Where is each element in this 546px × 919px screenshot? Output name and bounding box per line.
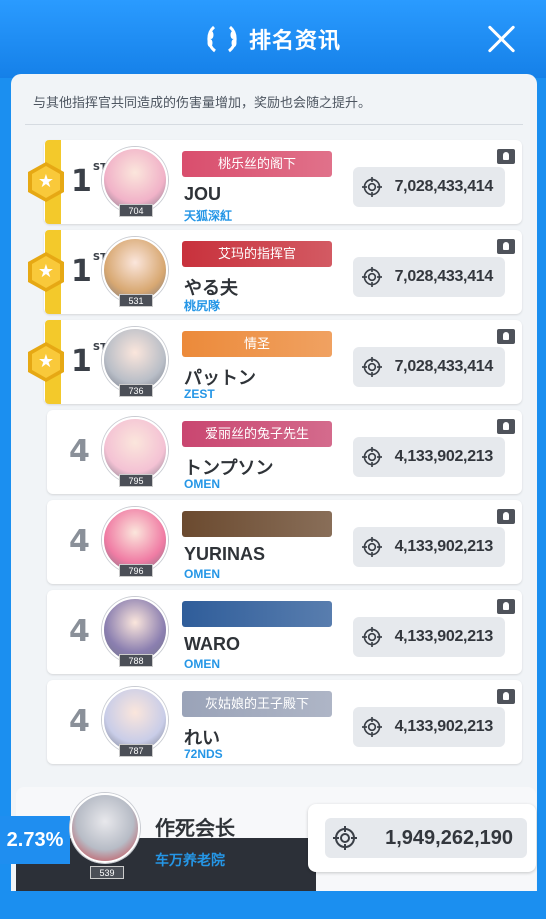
- profile-icon[interactable]: [497, 689, 515, 704]
- self-score-card: 1,949,262,190: [308, 804, 536, 872]
- score-box: 4,133,902,213: [353, 617, 505, 657]
- level-badge: 531: [119, 294, 153, 307]
- union-name: ZEST: [184, 387, 215, 401]
- score-value: 7,028,433,414: [394, 358, 494, 375]
- profile-icon[interactable]: [497, 239, 515, 254]
- score-box: 7,028,433,414: [353, 257, 505, 297]
- rank-number: 1ST: [71, 252, 107, 289]
- title-banner: 情圣: [182, 331, 332, 357]
- self-score-value: 1,949,262,190: [385, 827, 513, 849]
- target-icon: [362, 267, 382, 287]
- profile-icon[interactable]: [497, 149, 515, 164]
- target-icon: [362, 717, 382, 737]
- score-value: 4,133,902,213: [394, 628, 494, 645]
- union-name: 72NDS: [184, 747, 223, 761]
- level-badge: 704: [119, 204, 153, 217]
- profile-icon[interactable]: [497, 329, 515, 344]
- target-icon: [362, 537, 382, 557]
- level-badge: 796: [119, 564, 153, 577]
- union-name: 桃尻隊: [184, 299, 221, 313]
- level-badge: 788: [119, 654, 153, 667]
- star-icon: ★: [37, 351, 55, 371]
- self-percent-badge: 2.73%: [0, 816, 70, 864]
- union-name: OMEN: [184, 477, 220, 491]
- self-union: 车万养老院: [155, 852, 225, 868]
- score-value: 4,133,902,213: [394, 718, 494, 735]
- star-icon: ★: [37, 261, 55, 281]
- score-value: 4,133,902,213: [394, 538, 494, 555]
- title-wrap: 排名资讯: [0, 22, 546, 56]
- level-badge: 787: [119, 744, 153, 757]
- profile-icon[interactable]: [497, 509, 515, 524]
- rank-number: 4: [69, 614, 90, 649]
- title-banner: [182, 511, 332, 537]
- self-score-box: 1,949,262,190: [325, 818, 527, 858]
- self-avatar[interactable]: [70, 793, 140, 863]
- page-title: 排名资讯: [248, 28, 341, 53]
- score-box: 4,133,902,213: [353, 527, 505, 567]
- title-banner: 爱丽丝的兔子先生: [182, 421, 332, 447]
- rank-number: 1ST: [71, 342, 107, 379]
- self-level-badge: 539: [90, 866, 124, 879]
- laurel-icon: [207, 25, 237, 53]
- rank-number: 4: [69, 524, 90, 559]
- star-icon: ★: [37, 171, 55, 191]
- union-name: 天狐深紅: [184, 209, 233, 223]
- description-text: 与其他指挥官共同造成的伤害量增加，奖励也会随之提升。: [33, 95, 372, 110]
- title-banner: [182, 601, 332, 627]
- player-name: YURINAS: [184, 544, 266, 564]
- bottom-strip: [0, 891, 546, 919]
- score-value: 7,028,433,414: [394, 268, 494, 285]
- rank-number: 4: [69, 704, 90, 739]
- title-banner: 艾玛的指挥官: [182, 241, 332, 267]
- union-name: OMEN: [184, 657, 220, 671]
- score-box: 4,133,902,213: [353, 437, 505, 477]
- self-name: 作死会长: [155, 818, 235, 840]
- target-icon: [362, 357, 382, 377]
- title-banner: 灰姑娘的王子殿下: [182, 691, 332, 717]
- score-value: 7,028,433,414: [394, 178, 494, 195]
- rank-number: 4: [69, 434, 90, 469]
- score-value: 4,133,902,213: [394, 448, 494, 465]
- level-badge: 795: [119, 474, 153, 487]
- header-bar: 排名资讯: [0, 0, 546, 78]
- close-icon[interactable]: [486, 24, 516, 54]
- profile-icon[interactable]: [497, 599, 515, 614]
- player-name: WARO: [184, 634, 240, 654]
- target-icon: [362, 447, 382, 467]
- target-icon: [362, 627, 382, 647]
- player-name: JOU: [184, 184, 222, 204]
- title-banner: 桃乐丝的阁下: [182, 151, 332, 177]
- rank-number: 1ST: [71, 162, 107, 199]
- score-box: 7,028,433,414: [353, 167, 505, 207]
- divider: [25, 124, 523, 125]
- profile-icon[interactable]: [497, 419, 515, 434]
- level-badge: 736: [119, 384, 153, 397]
- target-icon: [333, 826, 357, 850]
- target-icon: [362, 177, 382, 197]
- union-name: OMEN: [184, 567, 220, 581]
- score-box: 7,028,433,414: [353, 347, 505, 387]
- score-box: 4,133,902,213: [353, 707, 505, 747]
